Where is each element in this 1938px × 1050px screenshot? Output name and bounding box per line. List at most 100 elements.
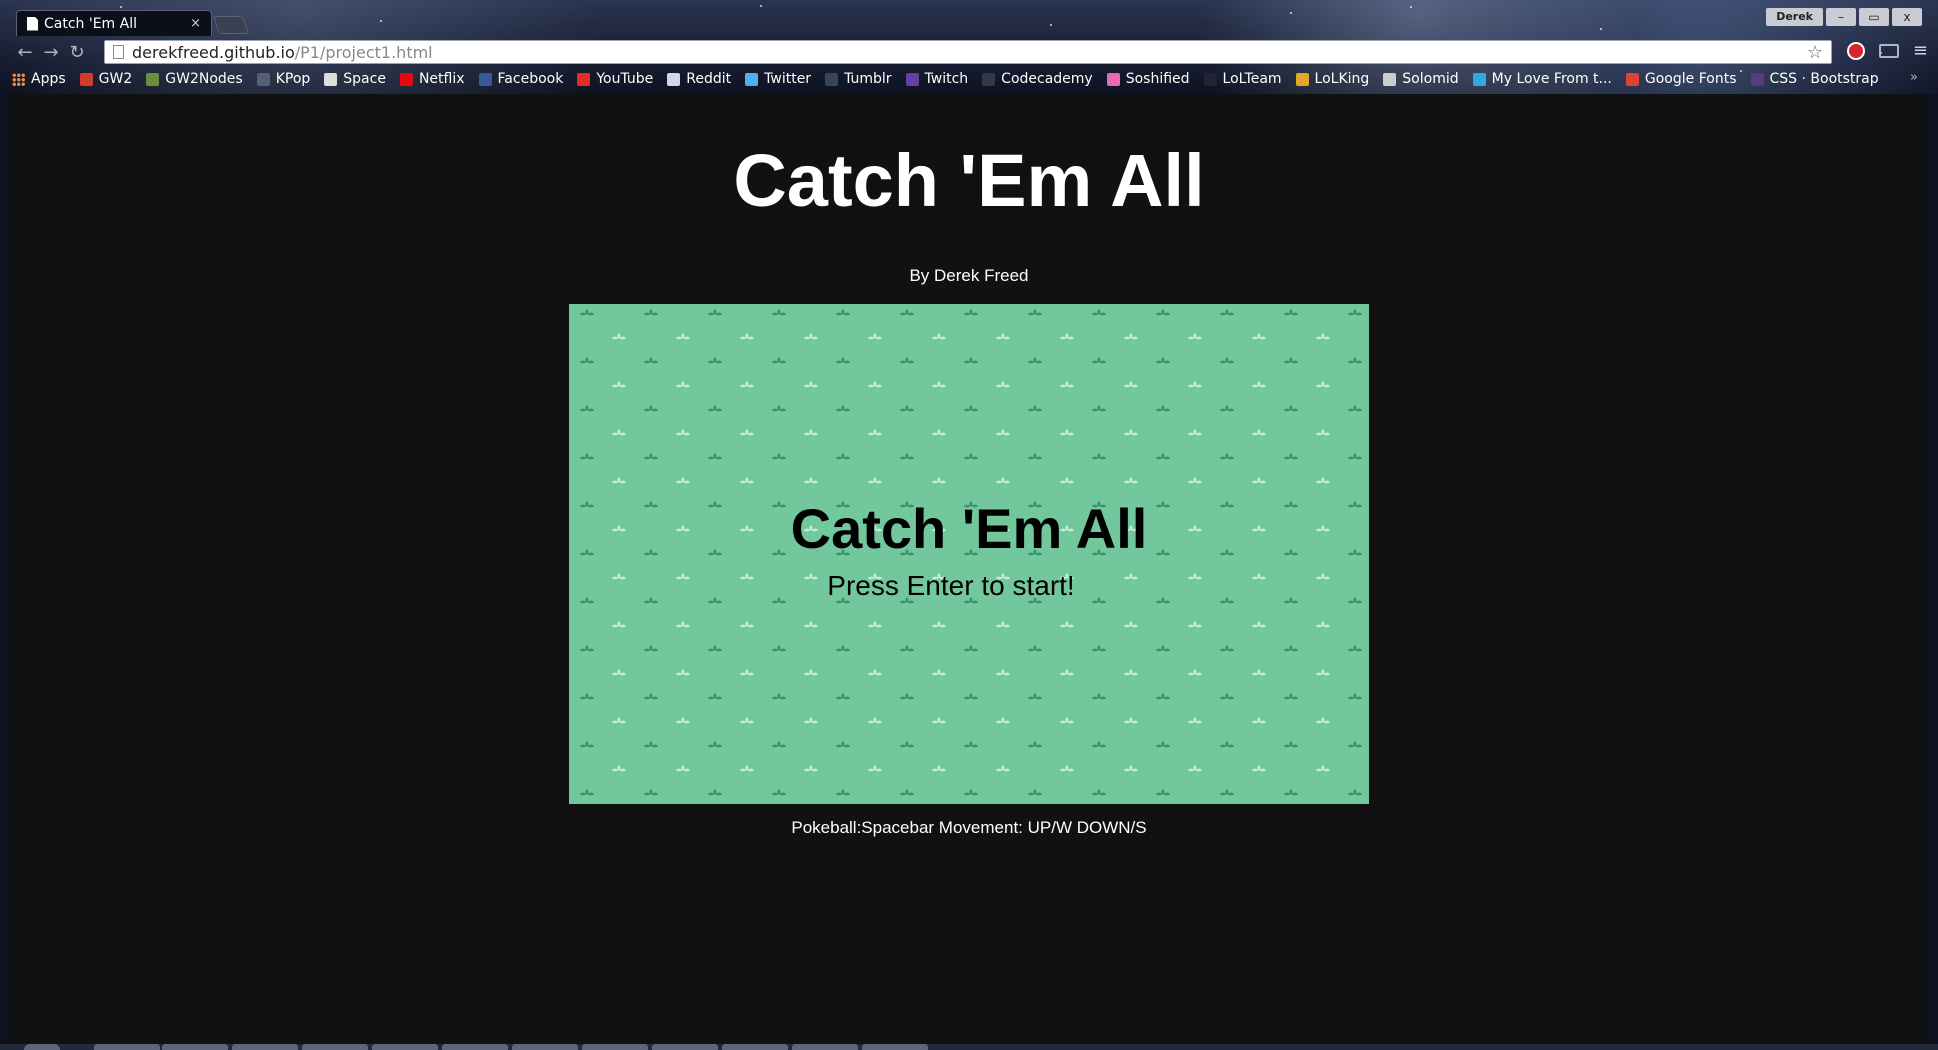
bookmark-label: Apps	[31, 71, 66, 87]
bookmark-label: Codecademy	[1001, 71, 1093, 87]
tab-close-icon[interactable]: ×	[190, 16, 201, 31]
game-title: Catch 'Em All	[790, 497, 1148, 560]
gw2-icon	[79, 72, 93, 86]
tumblr-icon	[825, 72, 839, 86]
bookmark-css-bootstrap[interactable]: CSS · Bootstrap	[1750, 71, 1879, 87]
start-button[interactable]	[24, 1044, 60, 1050]
browser-menu-icon[interactable]: ≡	[1913, 40, 1928, 61]
bookmark-space[interactable]: Space	[324, 71, 386, 87]
bookmark-label: LoLKing	[1314, 71, 1370, 87]
solomid-icon	[1383, 72, 1397, 86]
taskbar-app[interactable]	[582, 1044, 648, 1050]
forward-button[interactable]: →	[38, 39, 64, 65]
taskbar-app[interactable]	[512, 1044, 578, 1050]
taskbar-app[interactable]	[862, 1044, 928, 1050]
netflix-icon	[399, 72, 413, 86]
bookmarks-overflow-icon[interactable]: »	[1910, 70, 1918, 85]
bookmark-label: Reddit	[686, 71, 732, 87]
twitch-icon	[905, 72, 919, 86]
page-content: Catch 'Em All By Derek Freed Catch 'Em A…	[10, 94, 1928, 1044]
bookmark-solomid[interactable]: Solomid	[1383, 71, 1459, 87]
bookmark-google-fonts[interactable]: Google Fonts	[1625, 71, 1737, 87]
window-frame-right	[1928, 94, 1938, 1044]
url-host: derekfreed.github.io	[132, 42, 295, 62]
cast-icon[interactable]	[1878, 43, 1899, 58]
url-path: /P1/project1.html	[294, 42, 433, 62]
close-window-button[interactable]: x	[1892, 8, 1922, 26]
facebook-icon	[478, 72, 492, 86]
soshified-icon	[1106, 72, 1120, 86]
bookmark-my-love-from-t[interactable]: My Love From t...	[1472, 71, 1612, 87]
bookmark-label: Solomid	[1402, 71, 1459, 87]
bookmark-twitch[interactable]: Twitch	[905, 71, 969, 87]
kpop-icon	[256, 72, 270, 86]
taskbar-app[interactable]	[302, 1044, 368, 1050]
bootstrap-icon	[1750, 72, 1764, 86]
bookmark-netflix[interactable]: Netflix	[399, 71, 465, 87]
bookmark-reddit[interactable]: Reddit	[667, 71, 731, 87]
bookmark-label: Tumblr	[844, 71, 892, 87]
bookmark-label: LoLTeam	[1222, 71, 1282, 87]
apps-grid-icon	[12, 72, 25, 86]
new-tab-button[interactable]	[212, 16, 250, 34]
bookmark-codecademy[interactable]: Codecademy	[982, 71, 1093, 87]
page-favicon-icon	[27, 16, 38, 31]
bookmark-label: Twitter	[764, 71, 812, 87]
bookmark-twitter[interactable]: Twitter	[745, 71, 811, 87]
window-frame-left	[0, 94, 10, 1044]
space-icon	[324, 72, 338, 86]
lolking-icon	[1295, 72, 1309, 86]
taskbar-explorer[interactable]	[94, 1044, 160, 1050]
start-prompt: Press Enter to start!	[827, 570, 1075, 601]
taskbar-app[interactable]	[162, 1044, 228, 1050]
bookmark-tumblr[interactable]: Tumblr	[825, 71, 892, 87]
bookmark-label: My Love From t...	[1491, 71, 1612, 87]
browser-chrome: Catch 'Em All × Derek – ▭ x ← → ↻ derekf…	[0, 0, 1938, 94]
viki-icon	[1472, 72, 1486, 86]
codecademy-icon	[982, 72, 996, 86]
twitter-icon	[745, 72, 759, 86]
bookmark-label: Soshified	[1125, 71, 1190, 87]
taskbar-app[interactable]	[652, 1044, 718, 1050]
bookmark-label: Twitch	[924, 71, 969, 87]
minimize-button[interactable]: –	[1826, 8, 1856, 26]
google-fonts-icon	[1625, 72, 1639, 86]
bookmark-label: Facebook	[497, 71, 564, 87]
back-button[interactable]: ←	[12, 39, 38, 65]
tab-strip: Catch 'Em All ×	[0, 8, 1938, 36]
bookmark-lolking[interactable]: LoLKing	[1295, 71, 1370, 87]
extension-icons: ≡	[1846, 40, 1928, 61]
bookmark-label: Space	[343, 71, 386, 87]
maximize-button[interactable]: ▭	[1859, 8, 1889, 26]
bookmark-label: YouTube	[596, 71, 654, 87]
address-bar[interactable]: derekfreed.github.io /P1/project1.html ☆	[104, 40, 1832, 64]
taskbar-app[interactable]	[722, 1044, 788, 1050]
bookmark-gw2nodes[interactable]: GW2Nodes	[146, 71, 243, 87]
taskbar-app[interactable]	[442, 1044, 508, 1050]
tab-title: Catch 'Em All	[44, 15, 138, 32]
taskbar-app[interactable]	[792, 1044, 858, 1050]
game-canvas[interactable]: Catch 'Em All Press Enter to start!	[569, 304, 1369, 804]
bookmark-soshified[interactable]: Soshified	[1106, 71, 1190, 87]
youtube-icon	[577, 72, 591, 86]
lolteam-icon	[1203, 72, 1217, 86]
bookmark-label: Netflix	[418, 71, 465, 87]
taskbar-app[interactable]	[372, 1044, 438, 1050]
tab-active[interactable]: Catch 'Em All ×	[16, 10, 212, 36]
page-title: Catch 'Em All	[733, 139, 1205, 222]
bookmark-kpop[interactable]: KPop	[256, 71, 310, 87]
bookmark-apps[interactable]: Apps	[12, 71, 66, 87]
taskbar-app[interactable]	[232, 1044, 298, 1050]
bookmark-gw2[interactable]: GW2	[79, 71, 132, 87]
bookmark-facebook[interactable]: Facebook	[478, 71, 564, 87]
adblock-extension-icon[interactable]	[1846, 41, 1865, 60]
bookmark-label: CSS · Bootstrap	[1769, 71, 1879, 87]
author-byline: By Derek Freed	[909, 266, 1029, 285]
bookmark-star-icon[interactable]: ☆	[1807, 42, 1823, 63]
reload-button[interactable]: ↻	[64, 39, 90, 65]
bookmark-label: GW2Nodes	[165, 71, 243, 87]
bookmark-youtube[interactable]: YouTube	[577, 71, 653, 87]
bookmark-lolteam[interactable]: LoLTeam	[1203, 71, 1282, 87]
bookmark-label: Google Fonts	[1644, 71, 1737, 87]
profile-button[interactable]: Derek	[1766, 8, 1823, 26]
